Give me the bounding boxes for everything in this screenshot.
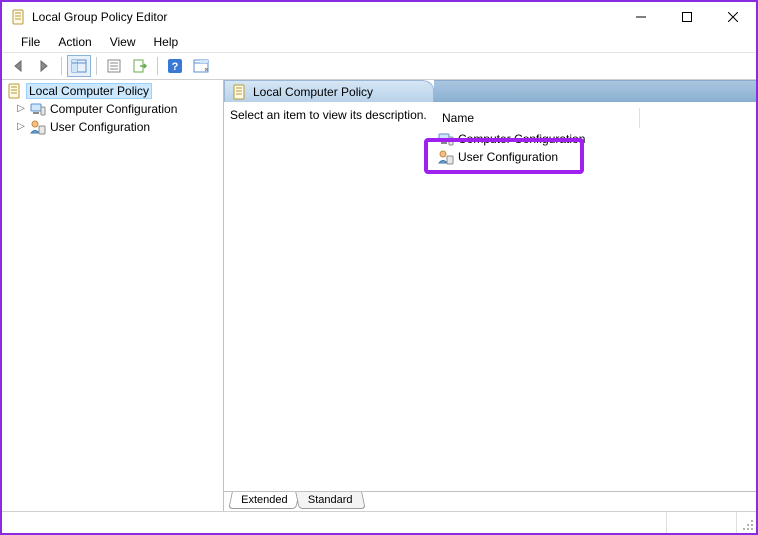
forward-icon: [36, 58, 52, 74]
list-item-label: Computer Configuration: [458, 132, 585, 146]
user-icon: [30, 119, 46, 135]
list-item-label: User Configuration: [458, 150, 558, 164]
description-prompt: Select an item to view its description.: [230, 108, 427, 122]
computer-icon: [30, 101, 46, 117]
back-icon: [10, 58, 26, 74]
tree-item-computer-configuration[interactable]: ▷ Computer Configuration: [4, 100, 221, 118]
menu-action[interactable]: Action: [49, 33, 100, 51]
list-items: Computer Configuration User Configuratio…: [436, 128, 756, 166]
close-button[interactable]: [710, 2, 756, 32]
computer-icon: [438, 131, 454, 147]
back-button[interactable]: [6, 55, 30, 77]
status-cell: [666, 512, 736, 533]
properties-button[interactable]: [102, 55, 126, 77]
chevron-right-icon[interactable]: ▷: [16, 122, 26, 132]
titlebar: Local Group Policy Editor: [2, 2, 756, 32]
menu-file[interactable]: File: [12, 33, 49, 51]
show-tree-button[interactable]: [67, 55, 91, 77]
content-pane: Local Computer Policy Select an item to …: [224, 80, 756, 511]
policy-icon: [231, 84, 247, 100]
properties-icon: [106, 58, 122, 74]
panes-icon: [71, 58, 87, 74]
menubar: File Action View Help: [2, 32, 756, 52]
tree-item-label: Computer Configuration: [50, 102, 177, 116]
maximize-button[interactable]: [664, 2, 710, 32]
list-column: Name Computer Configuration User Configu…: [436, 108, 756, 491]
filter-button[interactable]: [189, 55, 213, 77]
content-header-label: Local Computer Policy: [253, 85, 373, 99]
content-header: Local Computer Policy: [224, 80, 756, 102]
status-cell: [2, 512, 666, 533]
view-tabs: Extended Standard: [224, 491, 756, 511]
minimize-button[interactable]: [618, 2, 664, 32]
toolbar-separator: [61, 57, 62, 75]
forward-button[interactable]: [32, 55, 56, 77]
tab-standard[interactable]: Standard: [296, 492, 366, 509]
help-icon: [167, 58, 183, 74]
list-item-computer-configuration[interactable]: Computer Configuration: [436, 130, 756, 148]
content-header-bar: [434, 80, 756, 102]
main-split: Local Computer Policy ▷ Computer Configu…: [2, 80, 756, 511]
filter-icon: [193, 58, 209, 74]
tab-extended[interactable]: Extended: [228, 492, 300, 509]
menu-view[interactable]: View: [101, 33, 145, 51]
toolbar-separator: [96, 57, 97, 75]
list-item-user-configuration[interactable]: User Configuration: [436, 148, 756, 166]
tree-item-label: User Configuration: [50, 120, 150, 134]
export-icon: [132, 58, 148, 74]
export-button[interactable]: [128, 55, 152, 77]
help-button[interactable]: [163, 55, 187, 77]
tree-root-label: Local Computer Policy: [26, 83, 152, 99]
tree-item-user-configuration[interactable]: ▷ User Configuration: [4, 118, 221, 136]
content-header-tab: Local Computer Policy: [224, 80, 434, 102]
tree-pane[interactable]: Local Computer Policy ▷ Computer Configu…: [2, 80, 224, 511]
toolbar: [2, 52, 756, 80]
resize-grip[interactable]: [736, 512, 756, 533]
app-window: Local Group Policy Editor File Action Vi…: [0, 0, 758, 535]
list-header[interactable]: Name: [436, 108, 756, 128]
tree-root[interactable]: Local Computer Policy: [4, 82, 221, 100]
menu-help[interactable]: Help: [145, 33, 188, 51]
chevron-right-icon[interactable]: ▷: [16, 104, 26, 114]
description-column: Select an item to view its description.: [228, 108, 436, 491]
column-name[interactable]: Name: [440, 108, 640, 128]
toolbar-separator: [157, 57, 158, 75]
window-title: Local Group Policy Editor: [32, 10, 618, 24]
user-icon: [438, 149, 454, 165]
statusbar: [2, 511, 756, 533]
app-icon: [10, 9, 26, 25]
policy-icon: [6, 83, 22, 99]
